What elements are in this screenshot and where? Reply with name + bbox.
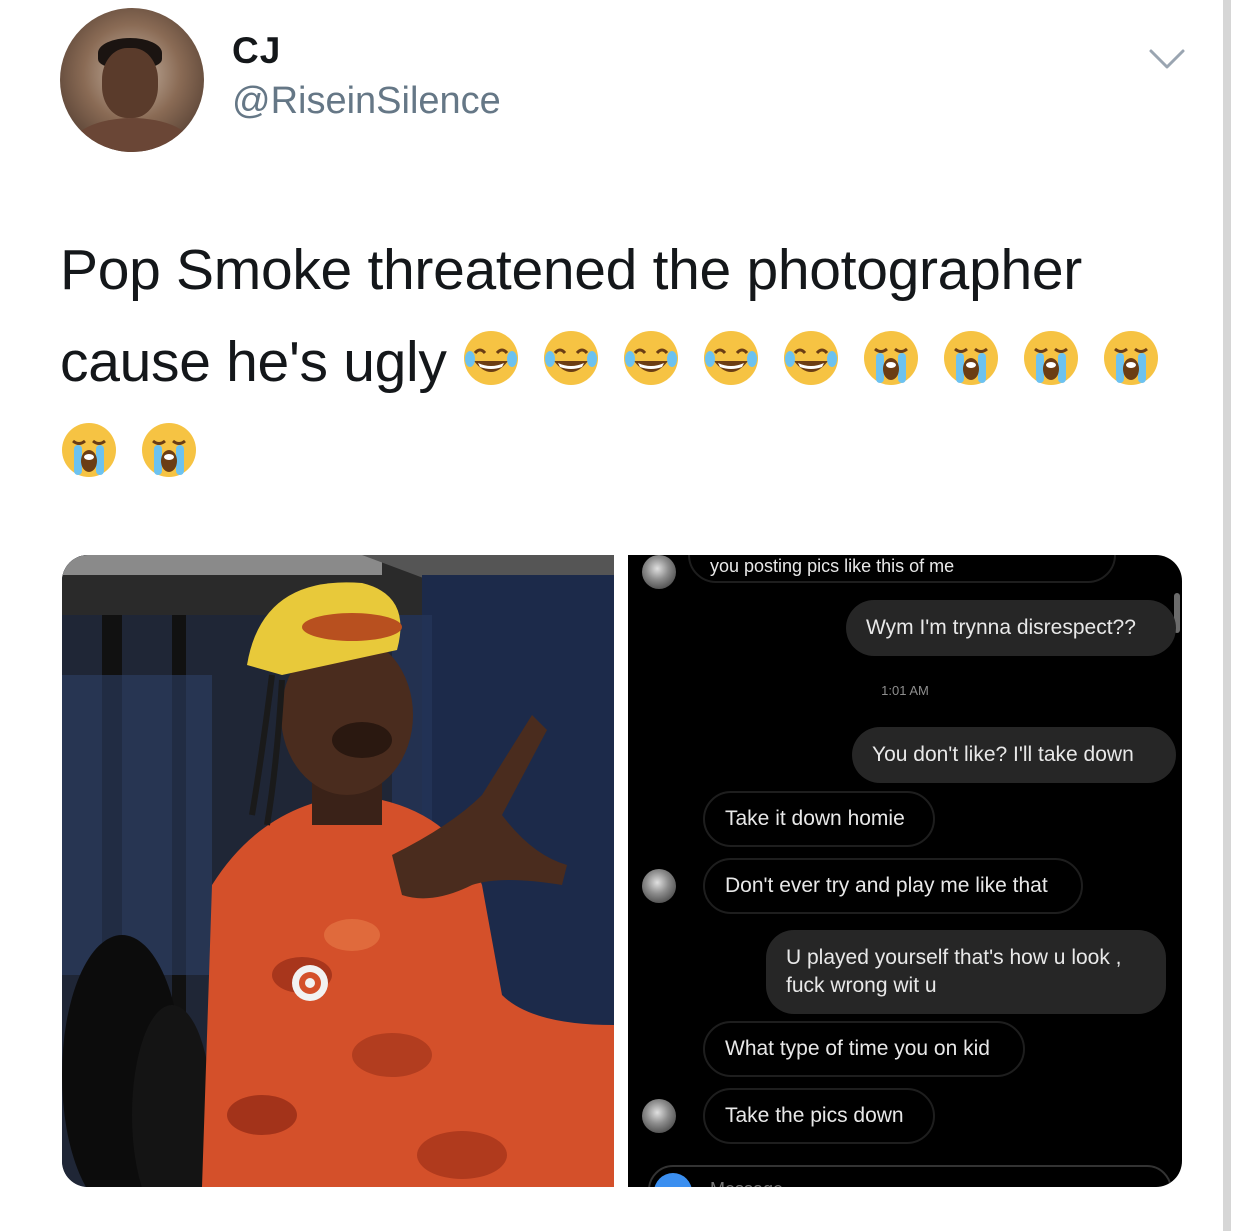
received-message-bubble: What type of time you on kid [703,1021,1025,1077]
received-message-bubble: Take it down homie [703,791,935,847]
dm-screenshot[interactable]: you posting pics like this of me Message… [628,555,1182,1187]
avatar[interactable] [60,8,204,152]
author-handle[interactable]: @RiseinSilence [232,80,501,123]
partial-message: you posting pics like this of me [688,555,1116,583]
sent-message-bubble: Wym I'm trynna disrespect?? [846,600,1176,656]
tweet-media[interactable]: you posting pics like this of me Message… [62,555,1182,1187]
author-name[interactable]: CJ [232,30,281,72]
joy-emoji [622,329,680,387]
sender-avatar [642,869,676,903]
avatar-shoulders [70,118,194,152]
sent-message-bubble: You don't like? I'll take down [852,727,1176,783]
media-gap [614,555,628,1187]
received-message-bubble: Don't ever try and play me like that [703,858,1083,914]
sob-emoji [942,329,1000,387]
camera-icon[interactable] [654,1173,692,1187]
avatar-face [102,48,158,118]
chevron-down-icon[interactable] [1148,44,1186,74]
joy-emoji [462,329,520,387]
photo-pop-smoke[interactable] [62,555,614,1187]
joy-emoji [782,329,840,387]
sob-emoji [60,421,118,479]
compose-placeholder: Message... [710,1179,798,1187]
received-message-bubble: Take the pics down [703,1088,935,1144]
tweet-text: Pop Smoke threatened the photographer ca… [60,224,1200,500]
sent-message-bubble: U played yourself that's how u look , fu… [766,930,1166,1014]
message-compose[interactable]: Message... [648,1165,1172,1187]
sender-avatar [642,1099,676,1133]
sob-emoji [1022,329,1080,387]
scrollbar[interactable] [1223,0,1231,1231]
joy-emoji [542,329,600,387]
sob-emoji [140,421,198,479]
sob-emoji [862,329,920,387]
message-timestamp: 1:01 AM [881,683,929,698]
sob-emoji [1102,329,1160,387]
sender-avatar [642,555,676,589]
joy-emoji [702,329,760,387]
